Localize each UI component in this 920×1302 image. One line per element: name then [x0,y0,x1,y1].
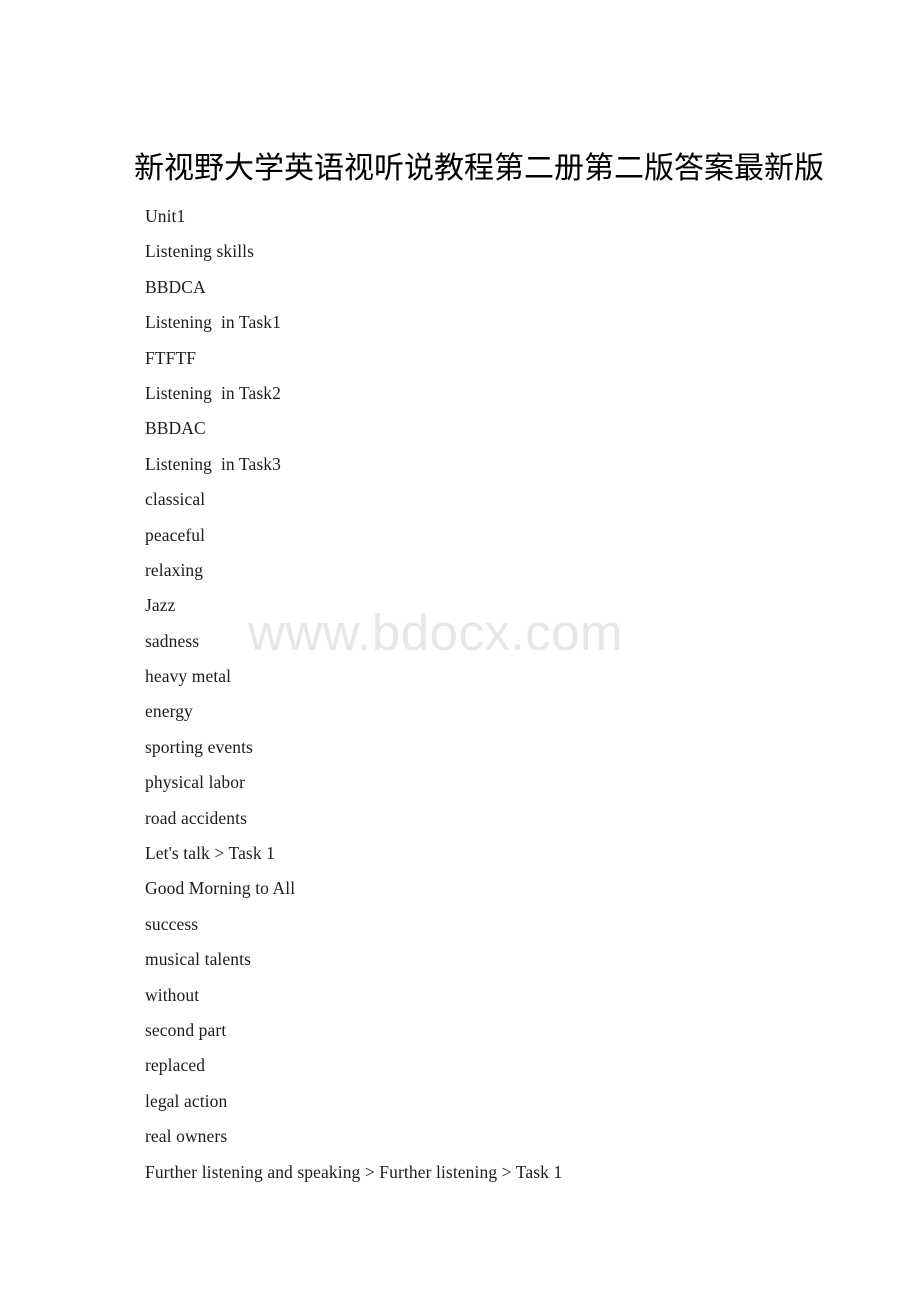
document-line: relaxing [145,559,204,580]
document-line: Listening in Task2 [145,382,281,403]
document-line: second part [145,1019,227,1040]
document-line: sadness [145,630,200,651]
document-line: Listening in Task1 [145,312,281,333]
answer-key-list: Unit1 Listening skills BBDCA Listening in T… [145,199,845,1190]
document-line: sporting events [145,736,253,757]
document-line: Good Morning to All [145,878,296,899]
page-title: 新视野大学英语视听说教程第二册第二版答案最新版 [134,152,824,185]
document-line: success [145,913,199,934]
document-line: FTFTF [145,347,197,368]
document-line: Jazz [145,595,176,616]
document-line: road accidents [145,807,247,828]
document-line: real owners [145,1126,228,1147]
document-line: legal action [145,1090,228,1111]
document-line: without [145,984,200,1005]
document-line: heavy metal [145,666,232,687]
document-line: energy [145,701,193,722]
document-line: physical labor [145,772,246,793]
document-page: www.bdocx.com 新视野大学英语视听说教程第二册第二版答案最新版 Un… [0,0,920,1302]
document-line: Listening skills [145,241,255,262]
document-line: BBDCA [145,276,206,297]
document-line: musical talents [145,949,251,970]
document-line: Further listening and speaking > Further… [145,1161,563,1182]
document-line: peaceful [145,524,206,545]
document-line: classical [145,489,206,510]
document-line: Let's talk > Task 1 [145,843,276,864]
document-line: Unit1 [145,206,186,226]
document-line: BBDAC [145,418,206,439]
document-line: replaced [145,1055,206,1076]
document-line: Listening in Task3 [145,453,281,474]
